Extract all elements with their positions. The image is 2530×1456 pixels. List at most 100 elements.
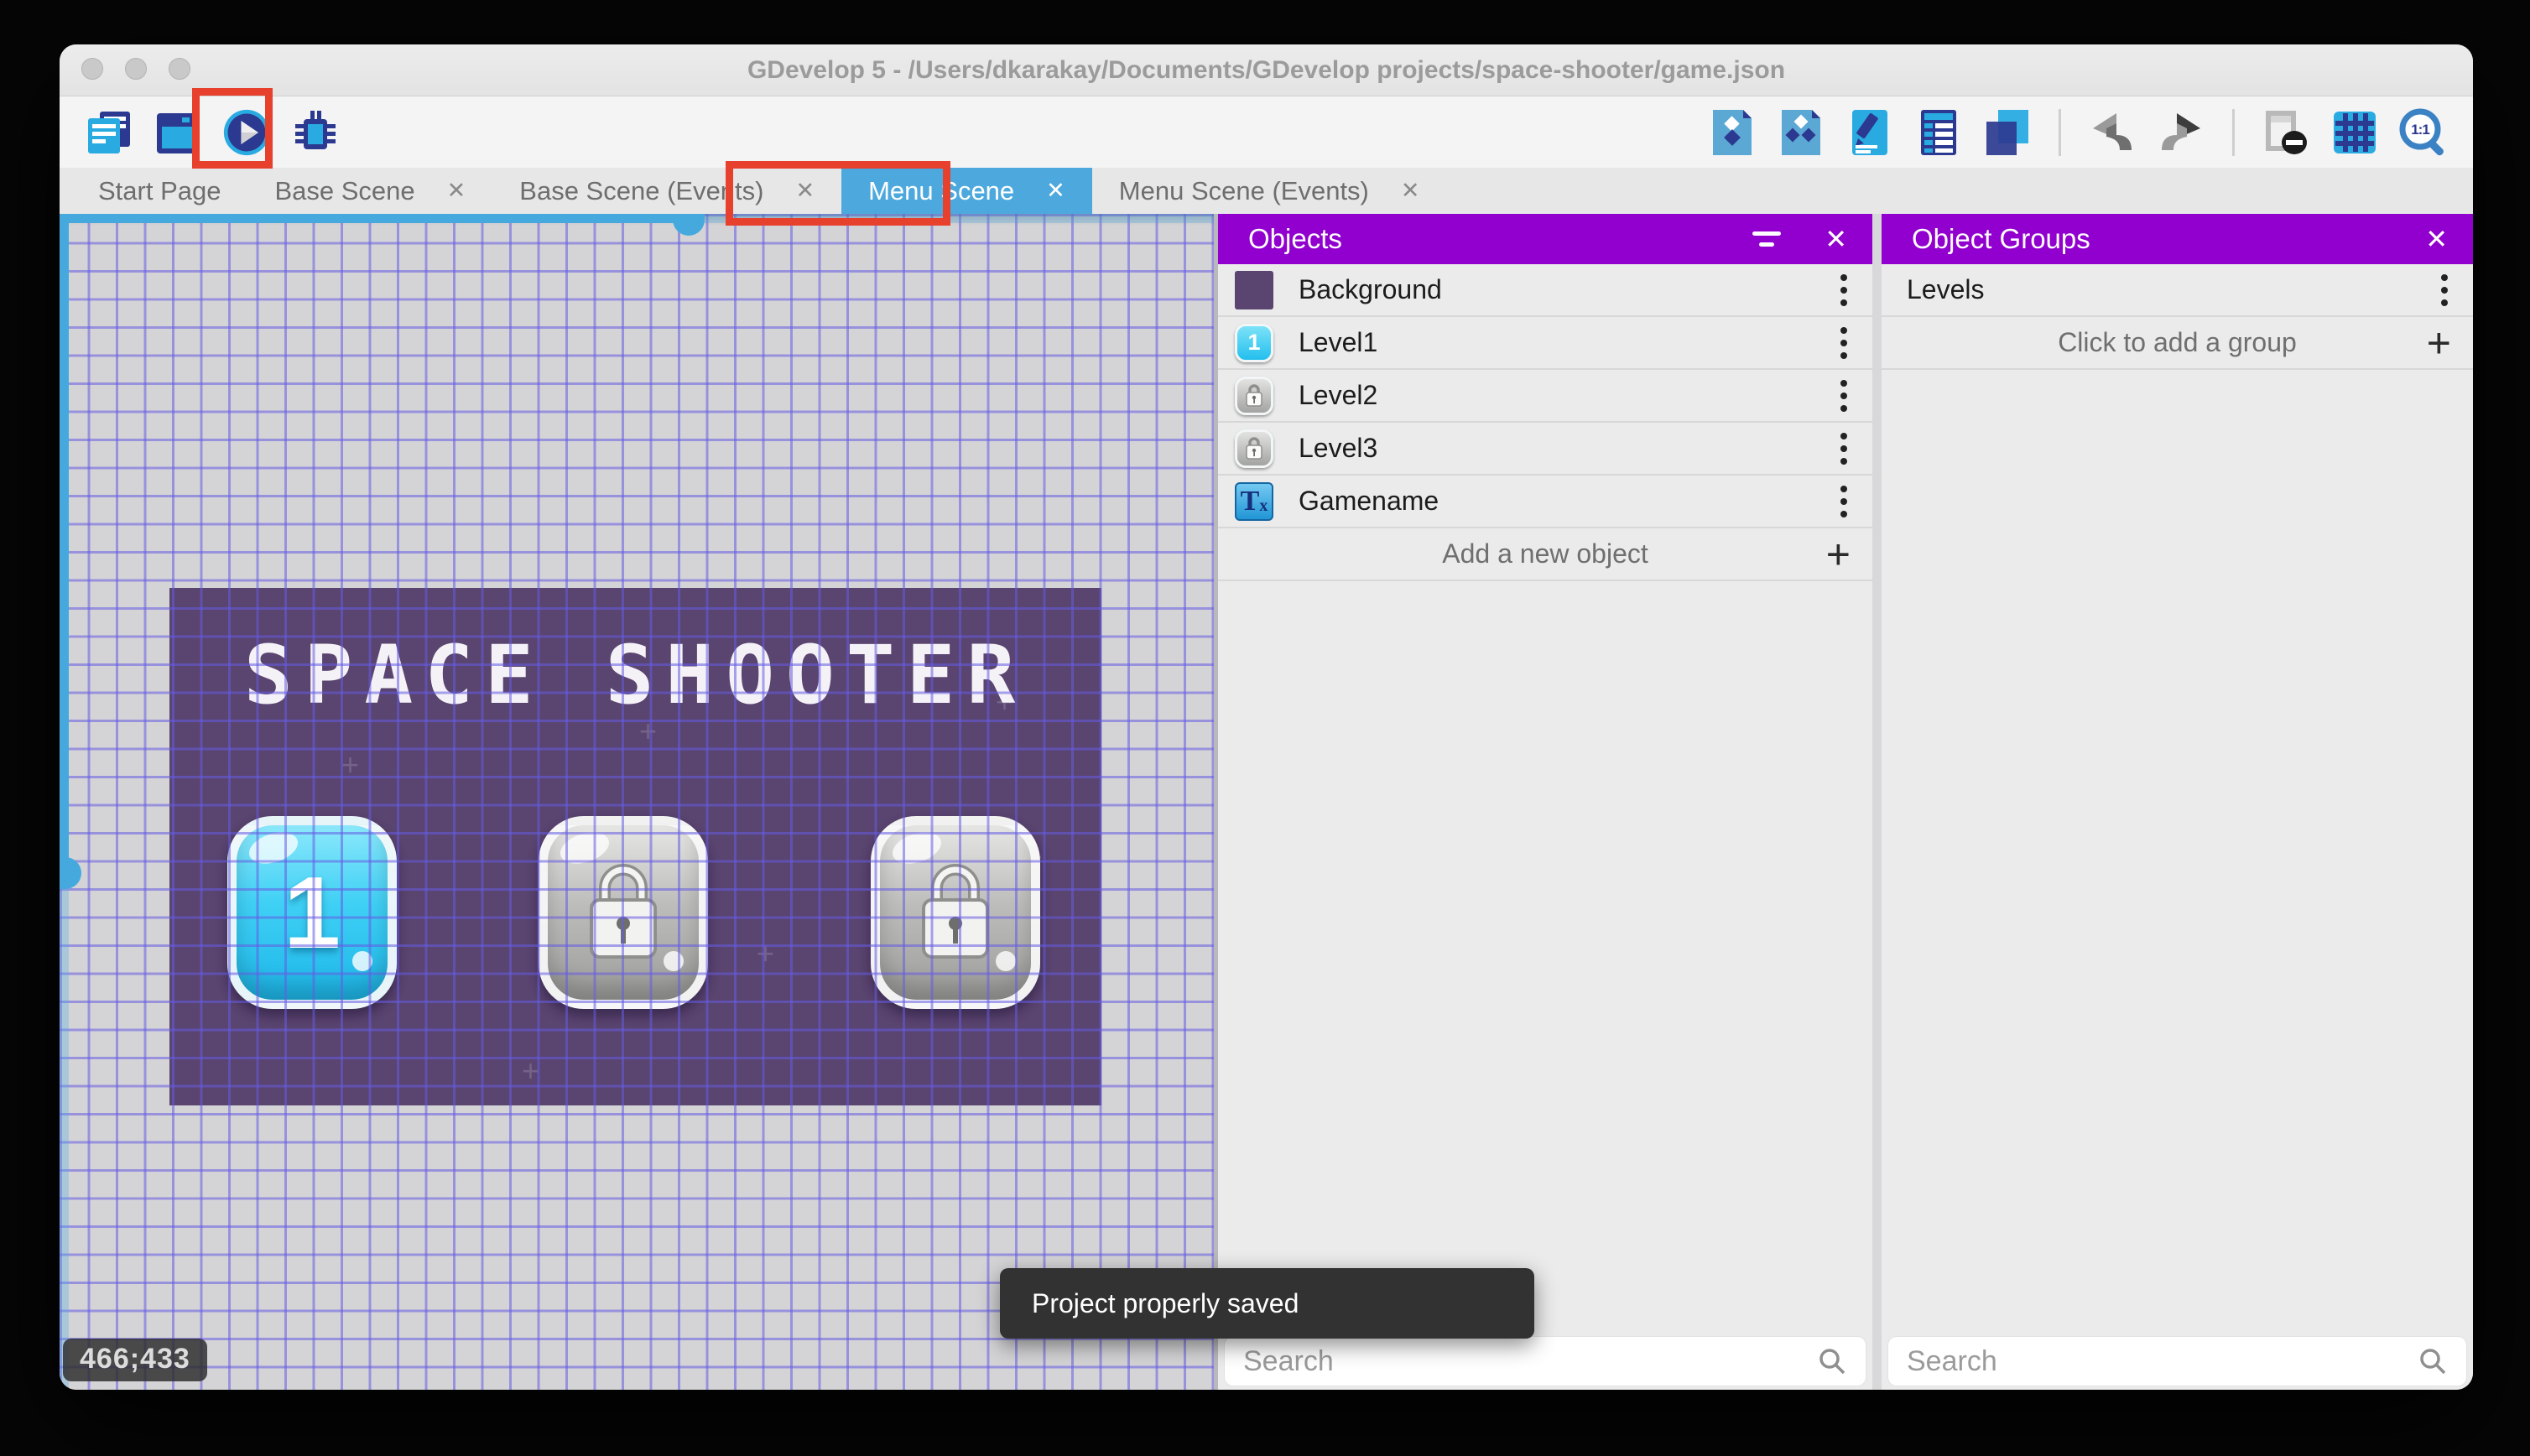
toolbar: 1:1 <box>60 96 2473 168</box>
redo-icon[interactable] <box>2157 108 2205 157</box>
vertical-scrollbar[interactable] <box>60 214 69 1390</box>
groups-search-bar <box>1888 1337 2466 1386</box>
star-decoration <box>522 1053 539 1089</box>
object-groups-panel: Object Groups ✕ Levels Click to add a gr… <box>1882 214 2473 1390</box>
background-object-instance[interactable]: SPACE SHOOTER 1 <box>169 588 1101 1105</box>
object-thumbnail-text-icon: Tx <box>1235 481 1273 521</box>
tab-close-icon[interactable]: ✕ <box>1401 178 1420 204</box>
toolbar-left-group <box>85 108 340 157</box>
window-title: GDevelop 5 - /Users/dkarakay/Documents/G… <box>747 55 1786 84</box>
object-label: Gamename <box>1299 486 1439 516</box>
level1-button-instance[interactable]: 1 <box>227 816 397 1009</box>
plus-icon: + <box>1825 530 1851 578</box>
groups-search-input[interactable] <box>1907 1344 2418 1378</box>
object-menu-icon[interactable] <box>1837 377 1851 415</box>
add-group-label: Click to add a group <box>2058 327 2297 357</box>
game-title-text-object[interactable]: SPACE SHOOTER <box>169 628 1101 722</box>
close-icon[interactable]: ✕ <box>2425 223 2448 255</box>
object-thumbnail-level3-lock-icon <box>1235 429 1273 468</box>
tab-label: Base Scene <box>274 175 415 205</box>
grid-icon[interactable] <box>2330 108 2379 157</box>
objects-panel-header: Objects ✕ <box>1218 214 1872 264</box>
search-icon <box>1819 1349 1845 1375</box>
horizontal-scrollbar-fill <box>60 214 688 223</box>
horizontal-scrollbar-thumb[interactable] <box>673 214 705 236</box>
zoom-window-button[interactable] <box>169 58 190 80</box>
lock-icon <box>590 864 657 959</box>
tab-close-icon[interactable]: ✕ <box>447 178 466 204</box>
vertical-scrollbar-thumb[interactable] <box>60 857 81 889</box>
objects-search-input[interactable] <box>1243 1344 1817 1378</box>
object-groups-panel-header: Object Groups ✕ <box>1882 214 2473 264</box>
object-menu-icon[interactable] <box>1837 271 1851 309</box>
objects-panel-title: Objects <box>1248 223 1342 254</box>
object-thumbnail-background <box>1235 270 1273 309</box>
object-menu-icon[interactable] <box>1837 324 1851 362</box>
level2-locked-button-instance[interactable] <box>539 816 708 1009</box>
object-label: Level1 <box>1299 327 1378 357</box>
plus-icon: + <box>2426 319 2451 367</box>
group-menu-icon[interactable] <box>2438 271 2451 309</box>
tab-menu-scene[interactable]: Menu Scene ✕ <box>841 168 1092 214</box>
undo-icon[interactable] <box>2088 108 2137 157</box>
close-window-button[interactable] <box>81 58 103 80</box>
toolbar-separator <box>2232 108 2235 156</box>
close-icon[interactable]: ✕ <box>1825 223 1847 255</box>
object-row-background[interactable]: Background <box>1218 264 1872 317</box>
open-layers-panel-icon[interactable] <box>1983 108 2032 157</box>
level3-locked-button-instance[interactable] <box>871 816 1040 1009</box>
panels-divider[interactable] <box>1872 214 1882 1390</box>
tab-base-scene-events[interactable]: Base Scene (Events) ✕ <box>492 168 841 214</box>
add-group-button[interactable]: Click to add a group + <box>1882 317 2473 370</box>
object-thumbnail-level1: 1 <box>1235 323 1273 362</box>
star-decoration <box>996 684 1013 720</box>
debugger-icon[interactable] <box>291 108 340 157</box>
zoom-1-1-icon[interactable]: 1:1 <box>2399 108 2448 157</box>
object-row-level1[interactable]: 1 Level1 <box>1218 317 1872 370</box>
star-decoration <box>341 747 359 783</box>
cursor-coordinates: 466;433 <box>63 1339 207 1381</box>
star-decoration <box>757 936 774 971</box>
object-row-gamename[interactable]: Tx Gamename <box>1218 476 1872 528</box>
gdevelop-window: GDevelop 5 - /Users/dkarakay/Documents/G… <box>60 44 2473 1390</box>
scene-editor-canvas[interactable]: SPACE SHOOTER 1 <box>60 214 1214 1390</box>
open-properties-panel-icon[interactable] <box>1845 108 1894 157</box>
tab-label: Start Page <box>98 175 221 205</box>
group-row-levels[interactable]: Levels <box>1882 264 2473 317</box>
window-mask-icon[interactable] <box>2262 108 2310 157</box>
objects-panel: Objects ✕ Background 1 Level1 Level2 Lev… <box>1218 214 1872 1390</box>
add-object-button[interactable]: Add a new object + <box>1218 528 1872 581</box>
object-groups-panel-title: Object Groups <box>1912 223 2090 254</box>
lock-icon <box>922 864 989 959</box>
object-row-level3[interactable]: Level3 <box>1218 423 1872 476</box>
tab-base-scene[interactable]: Base Scene ✕ <box>247 168 492 214</box>
main-area: SPACE SHOOTER 1 <box>60 214 2473 1390</box>
objects-search-bar <box>1225 1337 1866 1386</box>
object-row-level2[interactable]: Level2 <box>1218 370 1872 423</box>
star-decoration <box>639 714 657 749</box>
open-instances-list-icon[interactable] <box>1914 108 1963 157</box>
vertical-scrollbar-fill <box>60 214 69 872</box>
project-manager-icon[interactable] <box>85 108 133 157</box>
object-label: Level2 <box>1299 380 1378 410</box>
object-menu-icon[interactable] <box>1837 482 1851 521</box>
preview-window-icon[interactable] <box>154 108 202 157</box>
filter-icon[interactable] <box>1752 231 1782 247</box>
open-objects-panel-icon[interactable] <box>1708 108 1757 157</box>
object-label: Background <box>1299 274 1442 304</box>
tab-close-icon[interactable]: ✕ <box>795 178 815 204</box>
object-thumbnail-level2-lock-icon <box>1235 376 1273 415</box>
search-icon <box>2420 1349 2446 1375</box>
toolbar-separator <box>2059 108 2061 156</box>
play-preview-button[interactable] <box>222 108 271 157</box>
minimize-window-button[interactable] <box>125 58 147 80</box>
open-object-groups-panel-icon[interactable] <box>1777 108 1825 157</box>
tab-menu-scene-events[interactable]: Menu Scene (Events) ✕ <box>1092 168 1447 214</box>
tab-close-icon[interactable]: ✕ <box>1046 178 1065 204</box>
object-menu-icon[interactable] <box>1837 429 1851 468</box>
horizontal-scrollbar[interactable] <box>60 214 1214 223</box>
traffic-lights <box>81 58 190 80</box>
tab-start-page[interactable]: Start Page <box>71 168 247 214</box>
save-toast: Project properly saved <box>1000 1268 1534 1339</box>
titlebar: GDevelop 5 - /Users/dkarakay/Documents/G… <box>60 44 2473 96</box>
